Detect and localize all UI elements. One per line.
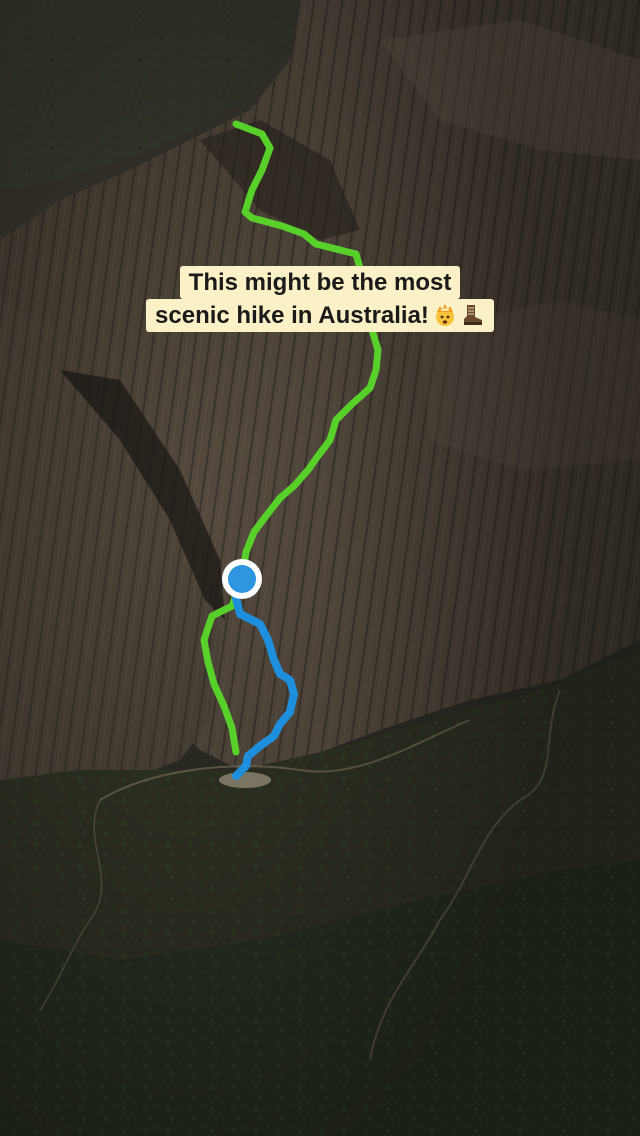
exploding-head-icon bbox=[435, 304, 454, 326]
video-caption: This might be the most scenic hike in Au… bbox=[0, 266, 640, 332]
terrain-shading bbox=[0, 0, 640, 1136]
hiking-boot-icon bbox=[463, 305, 482, 325]
caption-line-1: This might be the most bbox=[179, 266, 461, 299]
map-view[interactable]: This might be the most scenic hike in Au… bbox=[0, 0, 640, 1136]
caption-line-2-text: scenic hike in Australia! bbox=[155, 302, 429, 329]
current-position-marker[interactable] bbox=[222, 559, 262, 599]
satellite-terrain-map[interactable] bbox=[0, 0, 640, 1136]
caption-line-2: scenic hike in Australia! bbox=[146, 299, 494, 332]
